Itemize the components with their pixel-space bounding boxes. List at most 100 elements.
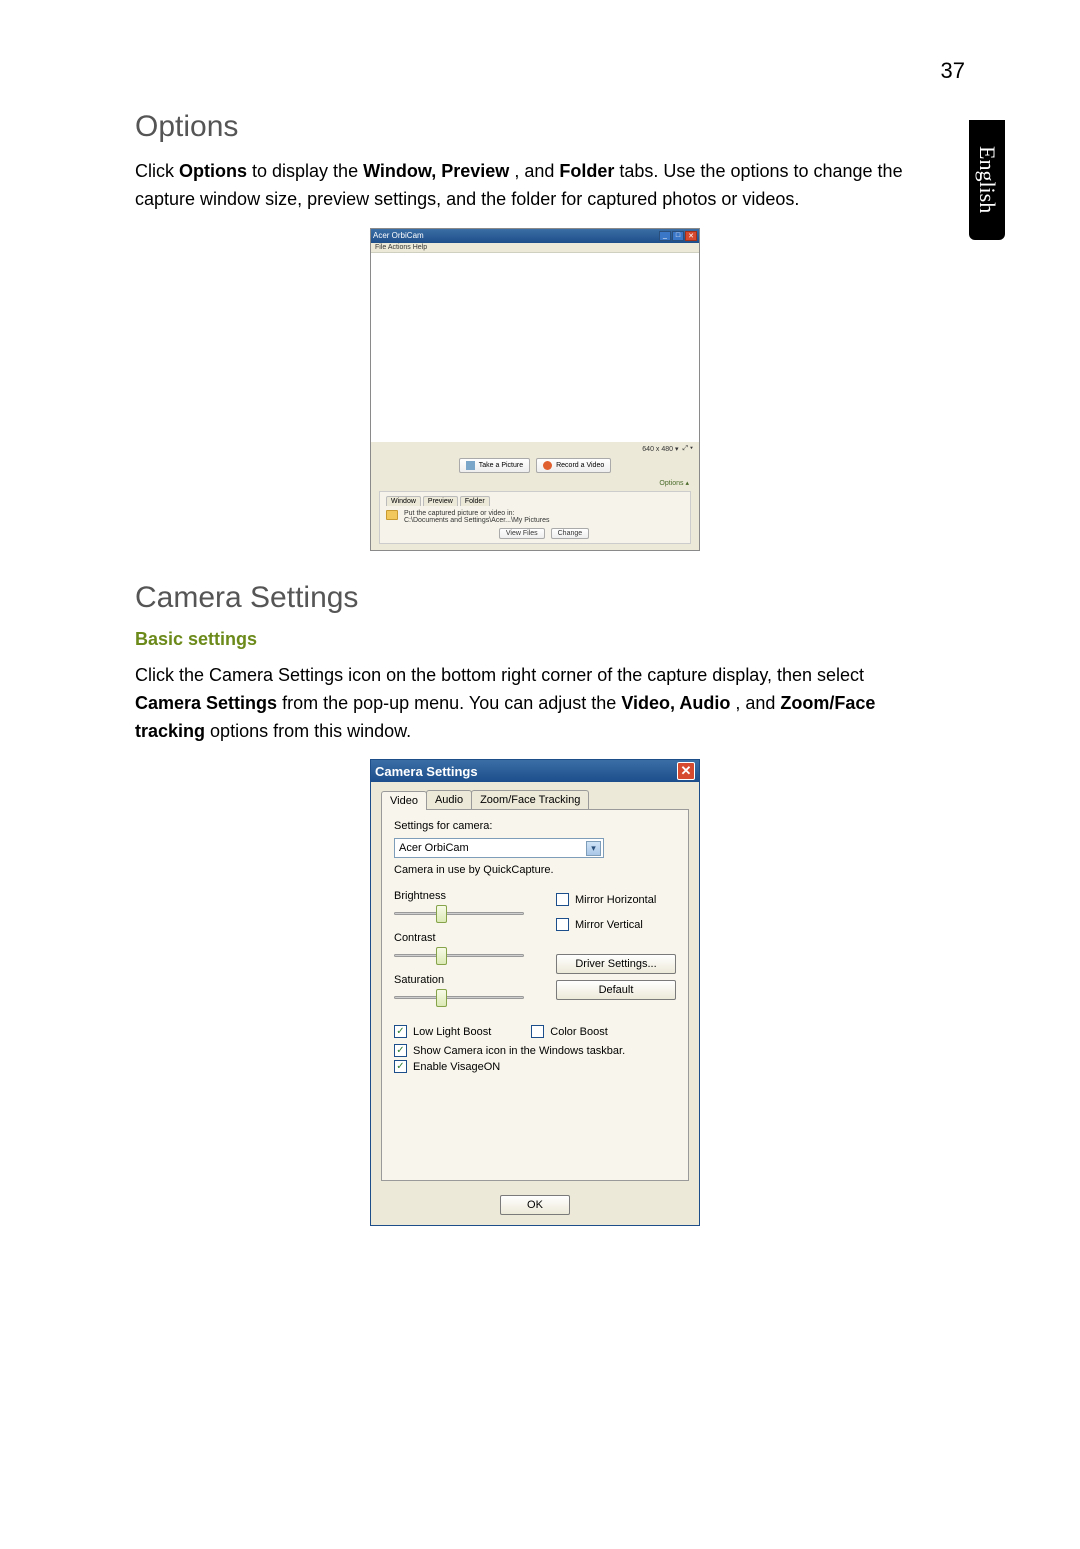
window-controls: _ □ ✕ xyxy=(659,231,697,241)
tab-preview[interactable]: Preview xyxy=(423,496,458,506)
label: Mirror Vertical xyxy=(575,919,643,931)
checkbox-icon xyxy=(556,893,569,906)
ok-button[interactable]: OK xyxy=(500,1195,570,1215)
settings-tabs: Video Audio Zoom/Face Tracking xyxy=(381,790,689,809)
resolution-label[interactable]: 640 x 480 ▾ xyxy=(642,445,678,453)
options-tabs: Window Preview Folder xyxy=(386,496,684,506)
enable-visageon-checkbox[interactable]: ✓ Enable VisageON xyxy=(394,1060,676,1073)
text-bold: Video, Audio xyxy=(621,693,730,713)
text-bold: Window, Preview xyxy=(363,161,509,181)
camera-settings-window: Camera Settings ✕ Video Audio Zoom/Face … xyxy=(370,759,700,1226)
folder-tab-body: Put the captured picture or video in: C:… xyxy=(386,510,684,539)
camera-select[interactable]: Acer OrbiCam ▾ xyxy=(394,838,604,858)
mirror-vertical-checkbox[interactable]: Mirror Vertical xyxy=(556,918,676,931)
close-button[interactable]: ✕ xyxy=(677,762,695,780)
tab-video[interactable]: Video xyxy=(381,791,427,810)
label: Record a Video xyxy=(556,462,604,469)
dialog-body: Video Audio Zoom/Face Tracking Settings … xyxy=(371,782,699,1187)
camera-settings-paragraph: Click the Camera Settings icon on the bo… xyxy=(135,662,935,746)
mirror-horizontal-checkbox[interactable]: Mirror Horizontal xyxy=(556,893,676,906)
label: Mirror Horizontal xyxy=(575,894,656,906)
text: Click xyxy=(135,161,179,181)
ok-row: OK xyxy=(371,1187,699,1225)
checkbox-icon: ✓ xyxy=(394,1025,407,1038)
checkbox-icon: ✓ xyxy=(394,1060,407,1073)
titlebar: Camera Settings ✕ xyxy=(371,760,699,782)
minimize-button[interactable]: _ xyxy=(659,231,671,241)
text: options from this window. xyxy=(210,721,411,741)
default-button[interactable]: Default xyxy=(556,980,676,1000)
text-bold: Folder xyxy=(559,161,614,181)
label: Enable VisageON xyxy=(413,1061,500,1073)
tab-folder[interactable]: Folder xyxy=(460,496,490,506)
video-panel: Settings for camera: Acer OrbiCam ▾ Came… xyxy=(381,809,689,1181)
options-link[interactable]: Options ▴ xyxy=(371,477,699,491)
orbicam-window: Acer OrbiCam _ □ ✕ File Actions Help 640… xyxy=(370,228,700,551)
checkbox-icon xyxy=(556,918,569,931)
tab-window[interactable]: Window xyxy=(386,496,421,506)
color-boost-checkbox[interactable]: Color Boost xyxy=(531,1025,607,1038)
settings-for-label: Settings for camera: xyxy=(394,820,676,832)
folder-message: Put the captured picture or video in: xyxy=(404,510,684,517)
page-number: 37 xyxy=(941,58,965,84)
saturation-slider[interactable] xyxy=(394,988,524,1006)
view-files-button[interactable]: View Files xyxy=(499,528,545,539)
titlebar: Acer OrbiCam _ □ ✕ xyxy=(371,229,699,243)
tab-audio[interactable]: Audio xyxy=(426,790,472,809)
camera-preview xyxy=(371,252,699,442)
text: from the pop-up menu. You can adjust the xyxy=(282,693,621,713)
language-tab: English xyxy=(969,120,1005,240)
record-icon xyxy=(543,461,552,470)
options-heading: Options xyxy=(135,110,935,144)
label: Color Boost xyxy=(550,1026,607,1038)
change-button[interactable]: Change xyxy=(551,528,590,539)
label: Low Light Boost xyxy=(413,1026,491,1038)
camera-select-value: Acer OrbiCam xyxy=(399,842,469,854)
low-light-boost-checkbox[interactable]: ✓ Low Light Boost xyxy=(394,1025,491,1038)
contrast-slider[interactable] xyxy=(394,946,524,964)
columns: Brightness Contrast Saturation Mirror Ho… xyxy=(394,890,676,1016)
text: Click the Camera Settings icon on the bo… xyxy=(135,665,864,685)
label: Take a Picture xyxy=(479,462,523,469)
brightness-slider[interactable] xyxy=(394,904,524,922)
page-content: Options Click Options to display the Win… xyxy=(135,110,935,1256)
in-use-label: Camera in use by QuickCapture. xyxy=(394,864,676,876)
sliders-column: Brightness Contrast Saturation xyxy=(394,890,538,1016)
text: to display the xyxy=(252,161,363,181)
folder-buttons: View Files Change xyxy=(404,528,684,539)
text: , and xyxy=(514,161,559,181)
checkbox-icon xyxy=(531,1025,544,1038)
saturation-label: Saturation xyxy=(394,974,538,986)
orbicam-screenshot: Acer OrbiCam _ □ ✕ File Actions Help 640… xyxy=(135,228,935,551)
record-video-button[interactable]: Record a Video xyxy=(536,458,611,473)
maximize-button[interactable]: □ xyxy=(672,231,684,241)
camera-settings-heading: Camera Settings xyxy=(135,581,935,615)
chevron-down-icon: ▾ xyxy=(586,841,601,856)
action-buttons: Take a Picture Record a Video xyxy=(371,454,699,477)
text-bold: Options xyxy=(179,161,247,181)
folder-text: Put the captured picture or video in: C:… xyxy=(404,510,684,539)
camera-settings-screenshot: Camera Settings ✕ Video Audio Zoom/Face … xyxy=(135,759,935,1226)
zoom-icon[interactable]: ⤢ ▾ xyxy=(683,445,694,453)
text-bold: Camera Settings xyxy=(135,693,277,713)
close-button[interactable]: ✕ xyxy=(685,231,697,241)
status-line: 640 x 480 ▾ ⤢ ▾ xyxy=(371,444,699,454)
brightness-label: Brightness xyxy=(394,890,538,902)
options-paragraph: Click Options to display the Window, Pre… xyxy=(135,158,935,214)
folder-icon xyxy=(386,510,398,520)
text: , and xyxy=(735,693,780,713)
driver-settings-button[interactable]: Driver Settings... xyxy=(556,954,676,974)
right-column: Mirror Horizontal Mirror Vertical Driver… xyxy=(556,890,676,1016)
menubar[interactable]: File Actions Help xyxy=(371,243,699,252)
tab-zoom-face-tracking[interactable]: Zoom/Face Tracking xyxy=(471,790,589,809)
checkbox-icon: ✓ xyxy=(394,1044,407,1057)
camera-icon xyxy=(466,461,475,470)
label: Show Camera icon in the Windows taskbar. xyxy=(413,1045,625,1057)
window-title: Camera Settings xyxy=(375,764,478,779)
options-panel: Window Preview Folder Put the captured p… xyxy=(379,491,691,544)
take-picture-button[interactable]: Take a Picture xyxy=(459,458,530,473)
show-camera-icon-checkbox[interactable]: ✓ Show Camera icon in the Windows taskba… xyxy=(394,1044,676,1057)
basic-settings-subheading: Basic settings xyxy=(135,629,935,650)
window-title: Acer OrbiCam xyxy=(373,231,424,240)
folder-path: C:\Documents and Settings\Acer...\My Pic… xyxy=(404,517,684,524)
